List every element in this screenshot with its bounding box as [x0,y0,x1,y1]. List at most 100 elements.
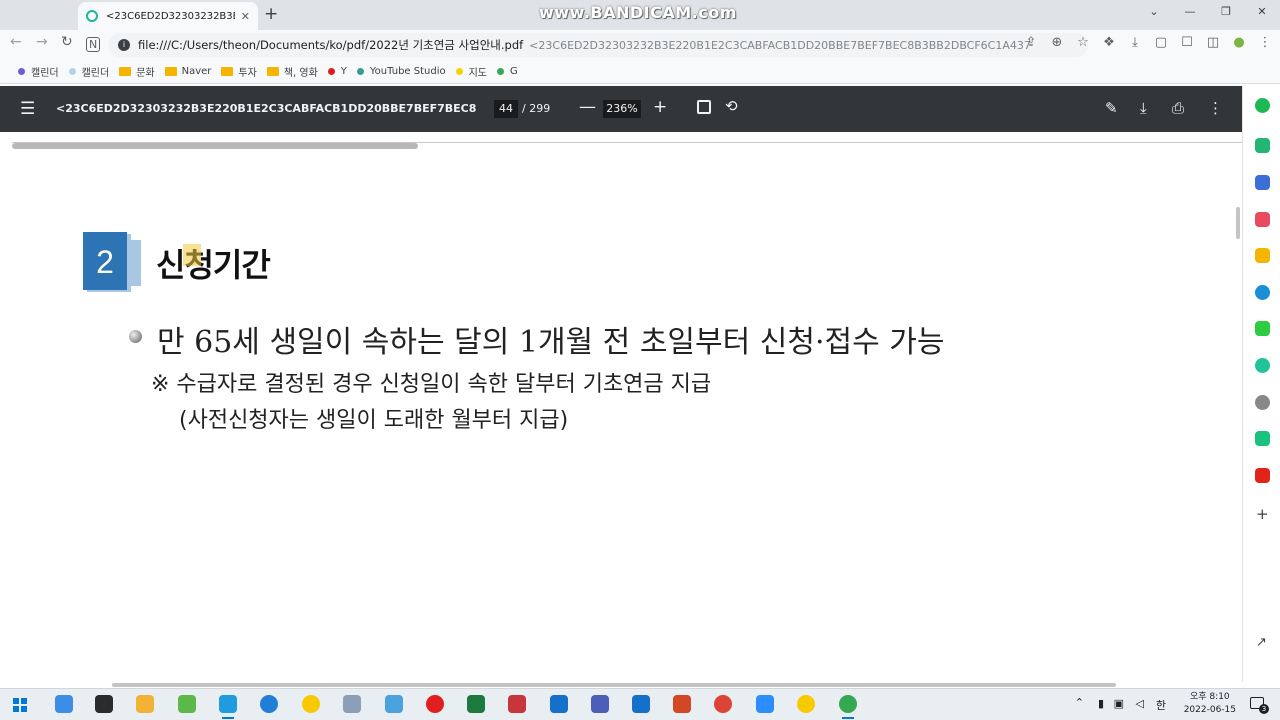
bookmark-label: 문화 [136,68,155,79]
sidepanel-app-icon[interactable] [1255,285,1270,300]
tab-search-icon[interactable]: ⌄ [1136,0,1172,26]
close-window-button[interactable]: ✕ [1244,0,1280,26]
sidepanel-app-icon[interactable] [1255,358,1270,373]
vertical-scrollbar-thumb[interactable] [1236,207,1240,239]
taskbar-app-icon[interactable] [797,695,815,713]
screenshot-icon[interactable]: ▢ [1154,35,1168,50]
recording-watermark: www.BANDICAM.com [539,3,737,22]
sidepanel-icon[interactable]: ◫ [1206,35,1220,50]
download-icon[interactable]: ⤓ [1128,35,1142,50]
more-options-icon[interactable]: ⋮ [1208,99,1223,117]
zoom-icon[interactable]: ⊕ [1050,35,1064,50]
windows-start-icon[interactable] [13,698,27,712]
profile-avatar[interactable]: ● [1232,35,1246,50]
bandicam-icon[interactable] [426,695,444,713]
clock[interactable]: 오후 8:10 2022-06-15 [1184,691,1236,717]
taskbar-app-icon[interactable] [95,695,113,713]
taskbar-app-icon[interactable] [219,695,237,719]
ime-indicator[interactable]: 한 [1156,697,1166,713]
scrollbar-thumb[interactable] [112,683,1116,687]
sidepanel-app-icon[interactable] [1255,98,1270,113]
taskbar-app-icon[interactable] [55,695,73,713]
sidepanel-app-icon[interactable] [1255,212,1270,227]
extensions-icon[interactable]: ❖ [1102,35,1116,50]
browser-tab[interactable]: <23C6ED2D32303232B3E220B1 ✕ [78,2,258,30]
taskbar-app-icon[interactable] [343,695,361,713]
chrome-icon[interactable] [714,695,732,713]
open-external-icon[interactable]: ↗ [1256,635,1267,650]
side-panel: + ↗ [1242,86,1280,682]
tab-strip-background [0,0,78,30]
chrome-profile-icon[interactable] [839,695,857,719]
bookmark-folder[interactable]: 투자 [221,64,257,79]
network-icon[interactable]: ▣ [1114,697,1124,710]
bookmark-item[interactable]: Y [327,66,347,77]
screen-capture-icon[interactable]: ☐ [1180,35,1194,50]
youtube-studio-icon [356,68,364,75]
zoom-in-button[interactable]: + [653,97,667,117]
taskbar-app-icon[interactable] [178,695,196,713]
bookmark-item[interactable]: 캘린더 [18,64,59,79]
notification-icon[interactable]: 3 [1250,697,1269,714]
bookmark-label: G [510,66,518,77]
zoom-level-input[interactable]: 236% [603,100,641,118]
taskbar-app-icon[interactable] [385,695,403,713]
folder-icon [164,67,177,76]
annotate-pen-icon[interactable]: ✎ [1105,99,1118,117]
sidepanel-app-icon[interactable] [1255,431,1270,446]
calculator-icon[interactable] [550,695,568,713]
powerpoint-icon[interactable] [673,695,691,713]
zoom-app-icon[interactable] [756,695,774,713]
bookmark-item[interactable]: YouTube Studio [356,66,446,77]
more-menu-icon[interactable]: ⋮ [1258,35,1272,50]
back-arrow-icon[interactable]: ← [10,34,22,50]
kakaotalk-icon[interactable] [302,695,320,713]
pdf-title: <23C6ED2D32303232B3E220B1E2C3CABFACB1DD2… [56,102,476,115]
print-icon[interactable]: ⎙ [1172,99,1184,117]
bookmark-item[interactable]: 캘린더 [68,64,109,79]
bookmark-folder[interactable]: 문화 [119,64,155,79]
excel-icon[interactable] [467,695,485,713]
download-icon[interactable]: ⤓ [1140,99,1147,117]
microphone-icon[interactable]: ▮ [1098,697,1104,710]
new-tab-button[interactable]: + [264,4,278,24]
file-explorer-icon[interactable] [136,695,154,713]
volume-icon[interactable]: ◁ [1136,697,1144,710]
restore-button[interactable]: ❐ [1208,0,1244,26]
forward-arrow-icon[interactable]: → [36,34,48,50]
address-bar[interactable]: i file:///C:/Users/theon/Documents/ko/pd… [108,33,1088,57]
sidepanel-app-icon[interactable] [1255,138,1270,153]
sidepanel-app-icon[interactable] [1255,248,1270,263]
page-total: / 299 [522,102,551,115]
bookmark-item[interactable]: G [497,66,518,77]
taskbar-app-icon[interactable] [591,695,609,713]
time: 오후 8:10 [1190,692,1230,702]
fit-page-icon[interactable] [697,100,711,114]
tray-chevron-icon[interactable]: ⌃ [1075,696,1084,709]
page-number-input[interactable]: 44 [494,100,518,118]
taskbar-app-icon[interactable] [508,695,526,713]
sidepanel-app-icon[interactable] [1255,321,1270,336]
minimize-button[interactable]: — [1172,0,1208,26]
reading-mode-icon[interactable]: N [86,37,101,52]
scrollbar-thumb[interactable] [12,143,418,149]
rotate-icon[interactable]: ⟲ [725,97,738,115]
bookmark-star-icon[interactable]: ☆ [1076,35,1090,50]
bookmark-folder[interactable]: 책, 영화 [266,64,318,79]
sidepanel-app-icon[interactable] [1255,468,1270,483]
reload-icon[interactable]: ↻ [61,34,73,50]
zoom-out-button[interactable]: — [579,97,596,117]
site-info-icon[interactable]: i [118,39,130,51]
add-icon[interactable]: + [1256,505,1269,523]
edge-icon[interactable] [260,695,278,713]
menu-icon[interactable]: ☰ [20,99,35,119]
bookmark-folder[interactable]: Naver [164,66,211,77]
tab-close-icon[interactable]: ✕ [241,10,250,23]
share-icon[interactable]: ⇪ [1024,35,1038,50]
browser-toolbar: ← → ↻ N i file:///C:/Users/theon/Documen… [0,30,1280,60]
taskbar-app-icon[interactable] [632,695,650,713]
sidepanel-app-icon[interactable] [1255,395,1270,410]
horizontal-scrollbar[interactable] [12,142,1242,149]
sidepanel-app-icon[interactable] [1255,175,1270,190]
bookmark-item[interactable]: 지도 [455,64,487,79]
